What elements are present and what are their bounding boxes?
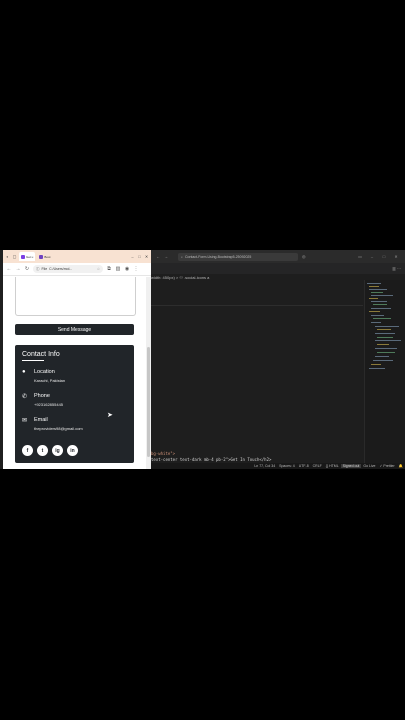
bookmark-star-icon[interactable]: ☆ [97, 267, 100, 271]
page-viewport: Send Message Contact Info ● Location Kar… [3, 277, 146, 469]
line-endings[interactable]: CRLF [311, 464, 324, 468]
indentation[interactable]: Spaces: 4 [277, 464, 297, 468]
search-icon: ⌕ [181, 254, 183, 259]
command-center-search[interactable]: ⌕ Contact-Form-Using-Bootstrap5-25092025 [178, 252, 298, 261]
more-actions-icon[interactable]: ⋯ [396, 266, 401, 271]
tab-group-icon[interactable]: ▢ [12, 254, 17, 259]
code-line[interactable]: text-center text-dark mb-4 pb-2">Get In … [151, 457, 271, 462]
profile-icon[interactable]: ◉ [124, 266, 130, 272]
minimap[interactable] [364, 280, 405, 463]
go-live-button[interactable]: Go Live [361, 464, 377, 468]
instagram-icon[interactable]: ig [52, 445, 63, 456]
encoding[interactable]: UTF-8 [297, 464, 311, 468]
location-pin-icon: ● [22, 369, 26, 375]
back-arrow-icon[interactable]: ← [156, 254, 160, 259]
contact-info-card: Contact Info ● Location Karachi, Pakista… [15, 345, 134, 463]
extensions-icon[interactable]: ⧉ [106, 266, 112, 272]
facebook-icon[interactable]: f [22, 445, 33, 456]
tab-get-started[interactable]: Get u [19, 252, 36, 261]
maximize-button[interactable]: □ [380, 254, 388, 259]
message-textarea[interactable] [15, 277, 136, 316]
prettier-status[interactable]: ✓ Prettier [377, 464, 396, 468]
copilot-icon[interactable]: ◎ [302, 254, 306, 259]
browser-tabstrip: ◐ ▢ Get u Boot – □ ✕ [3, 250, 151, 263]
editor-tabs-bar: ▥ ⋯ [151, 263, 405, 274]
tab-bootstrap[interactable]: Boot [37, 252, 52, 261]
minimize-button[interactable]: – [130, 254, 135, 259]
linkedin-icon[interactable]: in [67, 445, 78, 456]
code-line[interactable]: bg-white"> [151, 451, 175, 456]
editor-titlebar: ← → ⌕ Contact-Form-Using-Bootstrap5-2509… [151, 250, 405, 263]
minimize-button[interactable]: – [368, 254, 376, 259]
maximize-button[interactable]: □ [137, 254, 142, 259]
mouse-cursor-icon: ➤ [107, 412, 113, 419]
split-view-icon[interactable]: ▥ [115, 266, 121, 272]
forward-arrow-icon[interactable]: → [164, 254, 168, 259]
layout-icon[interactable]: ▭ [356, 254, 364, 259]
social-icons: f t ig in [22, 445, 78, 456]
bootstrap-favicon-icon [21, 254, 25, 259]
address-bar[interactable]: ⓘ File C:/Users/mol... ☆ [33, 265, 103, 273]
back-icon[interactable]: ← [6, 266, 12, 272]
twitter-icon[interactable]: t [37, 445, 48, 456]
editor-divider [151, 305, 363, 306]
menu-icon[interactable]: ⋮ [133, 266, 139, 272]
close-button[interactable]: ✕ [144, 254, 149, 259]
code-editor-window: ← → ⌕ Contact-Form-Using-Bootstrap5-2509… [151, 250, 405, 469]
close-button[interactable]: ✕ [392, 254, 400, 259]
tab-actions-icon[interactable]: ◐ [5, 254, 10, 259]
scrollbar-thumb[interactable] [147, 347, 150, 457]
reload-icon[interactable]: ↻ [24, 266, 30, 272]
status-bar: Ln 77, Col 34 Spaces: 4 UTF-8 CRLF {} HT… [151, 463, 405, 469]
phone-icon: ✆ [22, 394, 28, 400]
contact-info-title: Contact Info [22, 351, 60, 358]
account-status[interactable]: Signed out [340, 464, 362, 468]
info-icon: ⓘ [36, 266, 40, 271]
send-message-button[interactable]: Send Message [15, 324, 134, 335]
cursor-position[interactable]: Ln 77, Col 34 [252, 464, 277, 468]
notifications-bell-icon[interactable]: 🔔 [397, 464, 405, 468]
screen-frame: ◐ ▢ Get u Boot – □ ✕ ← → ↻ ⓘ File C:/Use… [0, 250, 405, 469]
browser-window: ◐ ▢ Get u Boot – □ ✕ ← → ↻ ⓘ File C:/Use… [3, 250, 151, 469]
envelope-icon: ✉ [22, 418, 28, 424]
breadcrumb[interactable]: width: 450px) > ⚇ .social-icons a [151, 275, 209, 280]
bootstrap-favicon-icon [39, 254, 44, 259]
forward-icon[interactable]: → [15, 266, 21, 272]
browser-toolbar: ← → ↻ ⓘ File C:/Users/mol... ☆ ⧉ ▥ ◉ ⋮ [3, 263, 151, 276]
language-mode[interactable]: {} HTML [324, 464, 341, 468]
title-underline [22, 360, 44, 361]
